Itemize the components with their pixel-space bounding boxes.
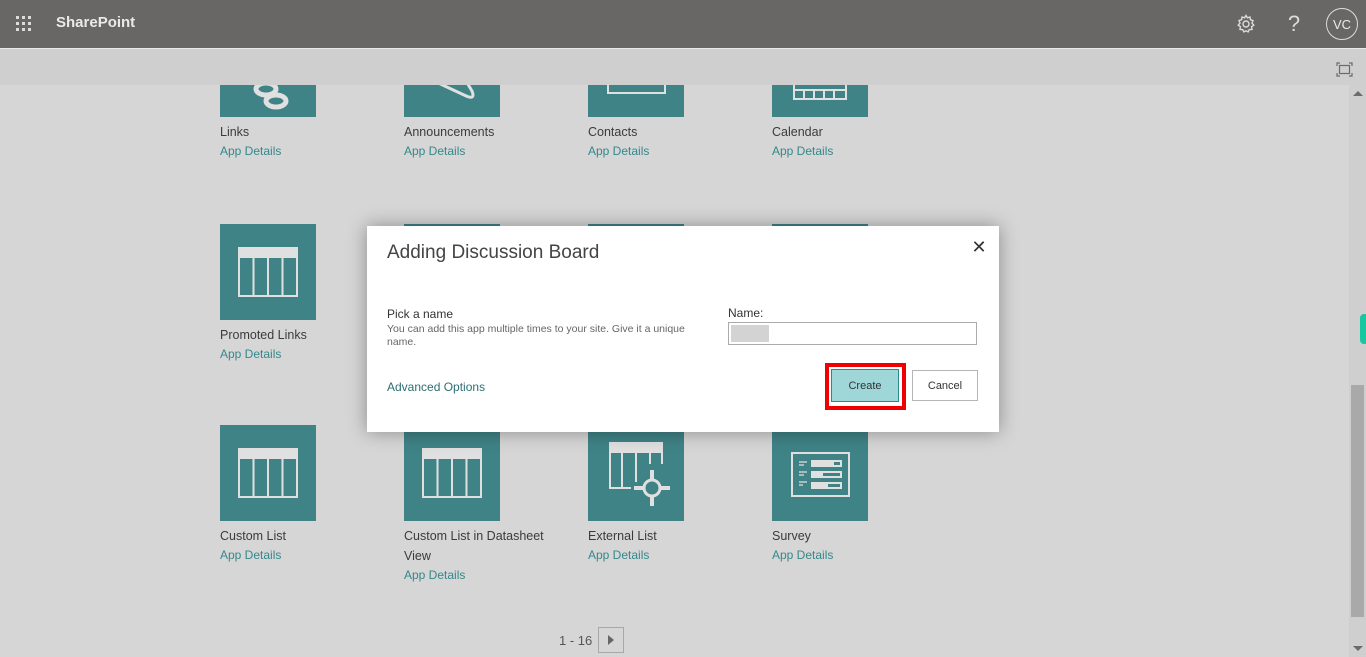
app-tile-external-list: External List App Details	[588, 425, 758, 565]
chevron-right-icon	[608, 635, 615, 645]
app-tile-title[interactable]: External List	[588, 526, 758, 546]
app-tile-title[interactable]: Promoted Links	[220, 325, 390, 345]
app-tile-title[interactable]: Custom List	[220, 526, 390, 546]
app-details-link[interactable]: App Details	[588, 142, 758, 161]
list-icon[interactable]	[220, 224, 316, 320]
app-tile-title[interactable]: Announcements	[404, 122, 574, 142]
app-tile-contacts: Contacts App Details	[588, 85, 758, 161]
app-launcher-icon[interactable]	[14, 14, 34, 34]
app-details-link[interactable]: App Details	[404, 142, 574, 161]
add-app-dialog: Adding Discussion Board ✕ Pick a name Yo…	[367, 226, 999, 432]
calendar-icon[interactable]	[772, 85, 868, 117]
survey-icon[interactable]	[772, 425, 868, 521]
pick-name-description: You can add this app multiple times to y…	[387, 323, 685, 348]
close-icon[interactable]: ✕	[970, 238, 988, 256]
app-tile-title[interactable]: Contacts	[588, 122, 758, 142]
pick-name-label: Pick a name	[387, 307, 454, 321]
app-tile-survey: Survey App Details	[772, 425, 942, 565]
dialog-title: Adding Discussion Board	[387, 242, 600, 263]
settings-gear-icon[interactable]	[1234, 12, 1258, 36]
contact-card-icon[interactable]	[588, 85, 684, 117]
next-page-button[interactable]	[598, 627, 625, 653]
suite-bar: SharePoint ? VC	[0, 0, 1366, 48]
advanced-options-link[interactable]: Advanced Options	[387, 380, 485, 394]
app-details-link[interactable]: App Details	[772, 546, 942, 565]
focus-mode-icon[interactable]	[1336, 62, 1353, 77]
app-tile-title[interactable]: Calendar	[772, 122, 942, 142]
app-tile-announcements: Announcements App Details	[404, 85, 574, 161]
cancel-button[interactable]: Cancel	[912, 370, 978, 401]
megaphone-icon[interactable]	[404, 85, 500, 117]
name-input[interactable]	[729, 323, 976, 344]
command-bar	[0, 48, 1366, 85]
app-tile-calendar: Calendar App Details	[772, 85, 942, 161]
pager: 1 - 16	[559, 627, 625, 653]
name-field[interactable]	[728, 322, 977, 345]
create-button[interactable]: Create	[831, 369, 899, 402]
app-details-link[interactable]: App Details	[404, 566, 564, 585]
pager-range: 1 - 16	[559, 632, 593, 648]
app-details-link[interactable]: App Details	[220, 142, 390, 161]
list-icon[interactable]	[220, 425, 316, 521]
app-tile-links: Links App Details	[220, 85, 390, 161]
app-details-link[interactable]: App Details	[772, 142, 942, 161]
app-tile-title[interactable]: Custom List in Datasheet View	[404, 526, 564, 566]
app-tile-custom-list-datasheet: Custom List in Datasheet View App Detail…	[404, 425, 564, 585]
external-list-icon[interactable]	[588, 425, 684, 521]
scrollbar-thumb[interactable]	[1351, 385, 1364, 617]
app-details-link[interactable]: App Details	[220, 546, 390, 565]
app-details-link[interactable]: App Details	[220, 345, 390, 364]
app-name[interactable]: SharePoint	[56, 14, 135, 31]
help-icon[interactable]: ?	[1282, 11, 1306, 36]
avatar[interactable]: VC	[1326, 8, 1358, 40]
app-tile-title[interactable]: Links	[220, 122, 390, 142]
app-tile-custom-list: Custom List App Details	[220, 425, 390, 565]
name-field-label: Name:	[728, 306, 764, 320]
app-tile-promoted-links: Promoted Links App Details	[220, 224, 390, 364]
app-tile-title[interactable]: Survey	[772, 526, 942, 546]
link-icon[interactable]	[220, 85, 316, 117]
app-details-link[interactable]: App Details	[588, 546, 758, 565]
scroll-down-arrow-icon[interactable]	[1353, 646, 1363, 651]
vertical-scrollbar[interactable]	[1349, 85, 1366, 657]
scroll-up-arrow-icon[interactable]	[1353, 91, 1363, 96]
feedback-tab[interactable]	[1360, 314, 1366, 344]
list-icon[interactable]	[404, 425, 500, 521]
